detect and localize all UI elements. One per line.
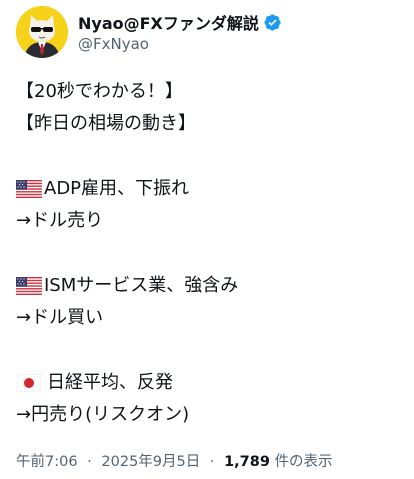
text-line: 日経平均、反発 <box>16 367 396 399</box>
views-label: 件の表示 <box>274 454 333 470</box>
text-line: →ドル買い <box>16 307 104 328</box>
text-line: 【20秒でわかる！】 <box>16 81 183 102</box>
author-block: Nyao@FXファンダ解説 @FxNyao <box>78 11 282 53</box>
tweet-header: Nyao@FXファンダ解説 @FxNyao <box>16 6 282 58</box>
us-flag-icon <box>16 180 42 198</box>
text-line: 【昨日の相場の動き】 <box>16 113 196 134</box>
tweet-card: Nyao@FXファンダ解説 @FxNyao 【20秒でわかる！】 【昨日の相場の… <box>0 0 414 479</box>
us-flag-icon <box>16 277 42 295</box>
text-line: ADP雇用、下振れ <box>16 173 396 205</box>
tweet-text: 【20秒でわかる！】 【昨日の相場の動き】 ADP雇用、下振れ →ドル売り IS… <box>16 76 396 431</box>
avatar[interactable] <box>16 6 68 58</box>
jp-flag-icon <box>17 374 41 392</box>
cat-avatar-icon <box>16 6 68 58</box>
meta-separator: · <box>87 454 92 470</box>
text-line-content: 日経平均、反発 <box>47 372 173 393</box>
tweet-meta: 午前7:06 · 2025年9月5日 · 1,789 件の表示 <box>16 450 333 471</box>
text-line-content: ADP雇用、下振れ <box>44 178 190 199</box>
text-line-content: ISMサービス業、強含み <box>44 275 239 296</box>
handle[interactable]: @FxNyao <box>78 35 282 53</box>
verified-badge-icon[interactable] <box>263 13 282 32</box>
name-row: Nyao@FXファンダ解説 <box>78 11 282 33</box>
views-count: 1,789 <box>224 454 270 470</box>
meta-separator: · <box>209 454 215 470</box>
display-name[interactable]: Nyao@FXファンダ解説 <box>78 10 259 34</box>
tweet-time[interactable]: 午前7:06 <box>16 454 78 470</box>
tweet-date[interactable]: 2025年9月5日 <box>101 454 200 470</box>
text-line: ISMサービス業、強含み <box>16 270 396 302</box>
text-line: →円売り(リスクオン) <box>16 404 190 425</box>
text-line: →ドル売り <box>16 210 104 231</box>
